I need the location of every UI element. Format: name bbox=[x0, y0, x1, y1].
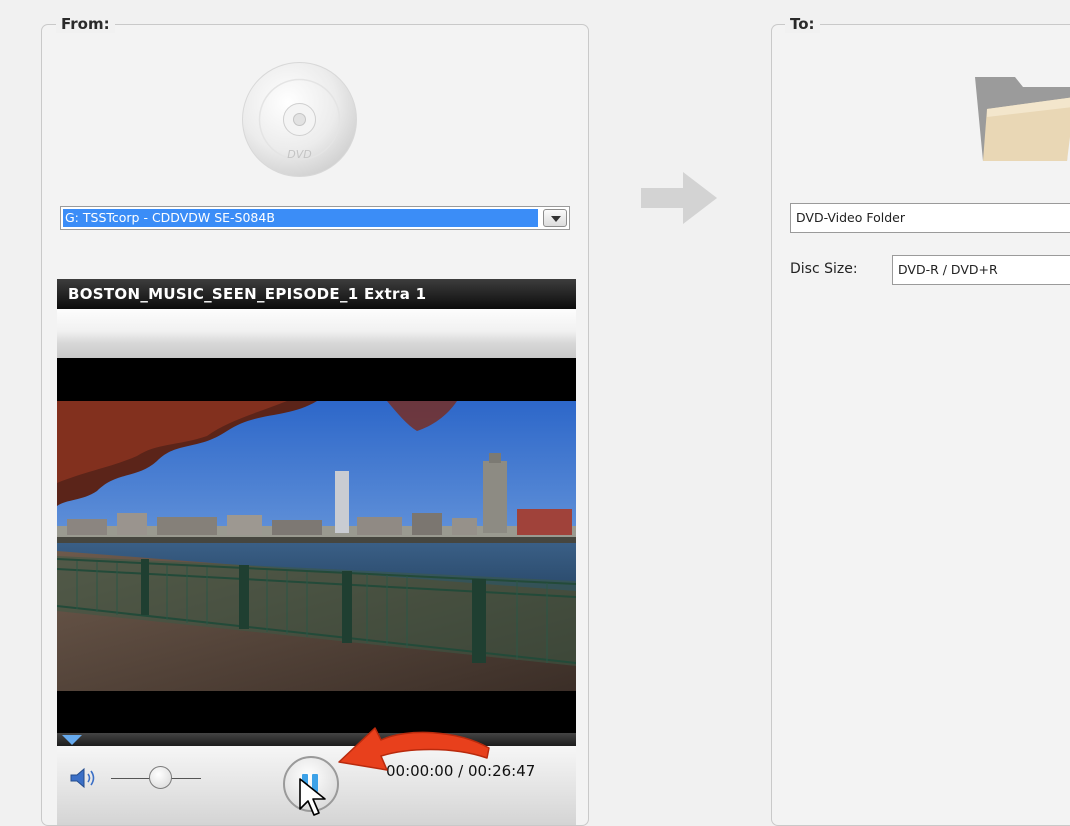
output-format-select[interactable]: DVD-Video Folder bbox=[790, 203, 1070, 233]
source-group: From: DVD G: TSSTcorp - CDDVDW SE-S084B … bbox=[41, 15, 589, 826]
dvd-disc-icon: DVD bbox=[242, 62, 357, 177]
target-group-label: To: bbox=[785, 15, 820, 33]
red-callout-arrow-icon bbox=[338, 727, 490, 771]
source-group-label: From: bbox=[56, 15, 115, 33]
player-header-bar bbox=[57, 309, 576, 358]
speaker-icon[interactable] bbox=[69, 767, 99, 789]
target-group: To: DVD-Video Folder Disc Size: DVD-R / … bbox=[771, 15, 1070, 826]
output-format-value: DVD-Video Folder bbox=[796, 210, 905, 225]
seek-bar[interactable] bbox=[57, 733, 576, 746]
mouse-cursor-icon bbox=[299, 778, 326, 816]
seek-handle[interactable] bbox=[62, 735, 82, 745]
source-drive-value: G: TSSTcorp - CDDVDW SE-S084B bbox=[63, 209, 538, 227]
video-player: BOSTON_MUSIC_SEEN_EPISODE_1 Extra 1 00:0… bbox=[57, 279, 576, 825]
volume-slider-knob[interactable] bbox=[149, 766, 172, 789]
video-frame[interactable] bbox=[57, 401, 576, 691]
folder-icon bbox=[975, 77, 1070, 161]
dvd-logo-text: DVD bbox=[287, 148, 311, 161]
disc-size-select[interactable]: DVD-R / DVD+R bbox=[892, 255, 1070, 285]
video-title: BOSTON_MUSIC_SEEN_EPISODE_1 Extra 1 bbox=[57, 279, 576, 309]
right-arrow-icon bbox=[641, 172, 717, 224]
source-drive-select[interactable]: G: TSSTcorp - CDDVDW SE-S084B bbox=[60, 206, 570, 230]
disc-size-value: DVD-R / DVD+R bbox=[898, 262, 998, 277]
source-drive-dropdown-button[interactable] bbox=[543, 209, 567, 227]
disc-size-label: Disc Size: bbox=[790, 261, 858, 277]
